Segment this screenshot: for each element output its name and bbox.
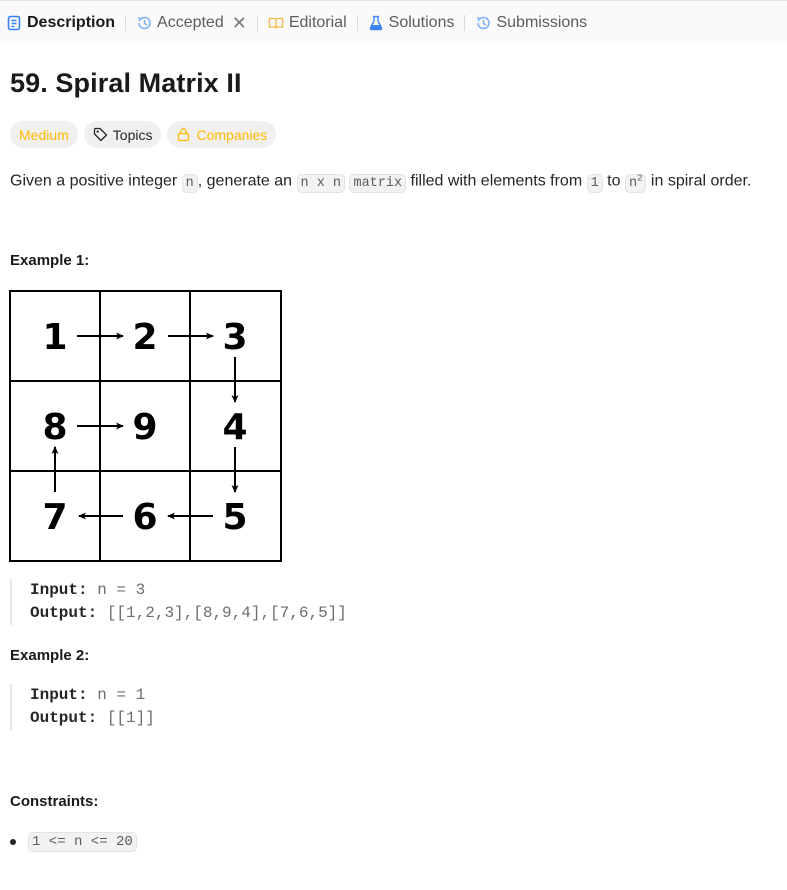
output-label: Output: — [30, 604, 98, 622]
matrix-cell-value: 9 — [132, 407, 157, 448]
inline-code: n — [181, 173, 198, 193]
input-value: n = 1 — [97, 686, 146, 704]
description-text: , generate an — [197, 172, 297, 190]
matrix-cell-value: 4 — [222, 407, 247, 448]
input-label: Input: — [30, 581, 88, 599]
companies-label: Companies — [196, 126, 268, 143]
close-icon[interactable]: ✕ — [232, 14, 247, 32]
tag-icon — [93, 127, 108, 142]
tab-submissions[interactable]: Submissions — [475, 1, 587, 45]
inline-code: n2 — [624, 173, 647, 193]
tab-label: Accepted — [157, 13, 224, 31]
spiral-matrix-image: 1 2 3 8 9 4 7 6 5 — [9, 290, 282, 562]
bullet-icon — [10, 839, 16, 845]
history-icon — [475, 15, 491, 31]
description-text: filled with elements from — [406, 172, 587, 190]
tab-divider — [464, 14, 466, 31]
lock-icon — [176, 127, 191, 142]
history-icon — [136, 15, 152, 31]
matrix-cell-value: 3 — [222, 317, 247, 358]
tab-editorial[interactable]: Editorial — [268, 1, 347, 45]
input-label: Input: — [30, 686, 88, 704]
tab-label: Submissions — [496, 13, 588, 31]
example-1-heading: Example 1: — [10, 252, 90, 269]
example-2-heading: Example 2: — [10, 647, 90, 664]
tab-divider — [356, 14, 358, 31]
tab-label: Description — [27, 13, 116, 31]
description-text: Given a positive integer — [10, 172, 182, 190]
input-value: n = 3 — [97, 581, 146, 599]
book-icon — [268, 15, 284, 31]
companies-button[interactable]: Companies — [167, 121, 277, 148]
tab-accepted[interactable]: Accepted ✕ — [136, 1, 247, 45]
inline-code: matrix — [349, 173, 407, 193]
problem-tags: Medium Topics Companies — [10, 121, 277, 148]
document-icon — [6, 15, 22, 31]
difficulty-badge: Medium — [10, 121, 78, 148]
description-text: in spiral order. — [646, 172, 752, 190]
problem-description: Given a positive integer n, generate an … — [10, 167, 751, 195]
matrix-cell-value: 5 — [222, 497, 247, 538]
output-value: [[1,2,3],[8,9,4],[7,6,5]] — [106, 604, 347, 622]
topics-label: Topics — [112, 126, 153, 143]
tab-solutions[interactable]: Solutions — [368, 1, 455, 45]
tab-divider — [256, 14, 258, 31]
inline-code-base: n — [628, 175, 638, 191]
topics-button[interactable]: Topics — [83, 121, 162, 148]
constraint-item: 1 <= n <= 20 — [28, 832, 137, 852]
inline-code: 1 — [586, 173, 603, 193]
matrix-cell-value: 6 — [132, 497, 157, 538]
description-text: to — [602, 172, 625, 190]
inline-code-superscript: 2 — [637, 173, 643, 183]
constraints-list: 1 <= n <= 20 — [10, 832, 137, 852]
tab-bar: Description Accepted ✕ Editorial Solutio… — [0, 0, 787, 44]
problem-title[interactable]: 59. Spiral Matrix II — [10, 68, 242, 99]
tab-label: Editorial — [288, 13, 347, 31]
inline-code: n x n — [296, 173, 346, 193]
matrix-numbers: 1 2 3 8 9 4 7 6 5 — [42, 317, 247, 538]
matrix-cell-value: 1 — [42, 317, 67, 358]
matrix-cell-value: 7 — [42, 497, 67, 538]
example-2-block: Input: n = 1 Output: [[1]] — [10, 684, 155, 730]
output-value: [[1]] — [106, 709, 155, 727]
tab-description[interactable]: Description — [6, 1, 115, 45]
matrix-cell-value: 8 — [42, 407, 67, 448]
tab-label: Solutions — [388, 13, 455, 31]
difficulty-label: Medium — [19, 126, 69, 143]
tab-divider — [125, 14, 127, 31]
matrix-cell-value: 2 — [132, 317, 157, 358]
constraints-heading: Constraints: — [10, 793, 99, 810]
flask-icon — [368, 15, 384, 31]
output-label: Output: — [30, 709, 98, 727]
example-1-block: Input: n = 3 Output: [[1,2,3],[8,9,4],[7… — [10, 579, 347, 625]
